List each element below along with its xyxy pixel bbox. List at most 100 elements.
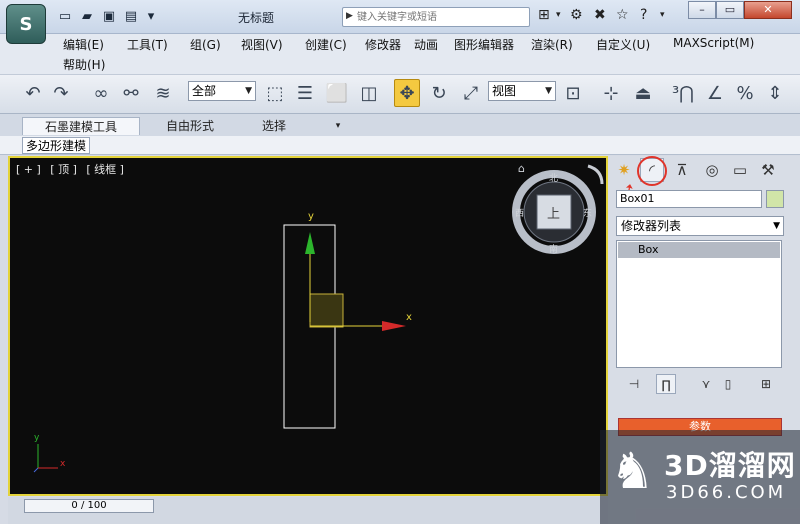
- polygon-modeling-panel[interactable]: 多边形建模: [22, 137, 91, 154]
- reference-coordinate-value: 视图: [492, 84, 517, 98]
- reference-coordinate-dropdown[interactable]: 视图 ▼: [488, 81, 556, 101]
- select-and-rotate-icon[interactable]: ↻: [426, 79, 452, 107]
- compass-west-label: 西: [515, 209, 525, 219]
- utilities-panel-icon[interactable]: ⚒: [756, 158, 780, 182]
- open-file-icon[interactable]: ▰: [78, 8, 96, 26]
- help-icon[interactable]: ?: [640, 7, 647, 23]
- chevron-down-icon: ▼: [545, 86, 552, 96]
- create-panel-icon[interactable]: ✷: [612, 158, 636, 182]
- select-object-icon[interactable]: ⬚: [262, 79, 288, 107]
- angle-snap-icon[interactable]: ∠: [702, 79, 728, 107]
- menu-modifiers[interactable]: 修改器: [365, 36, 401, 53]
- hierarchy-panel-icon[interactable]: ⊼: [670, 158, 694, 182]
- redo-icon[interactable]: ↷: [48, 79, 74, 107]
- select-and-scale-icon[interactable]: ⤢: [458, 79, 484, 107]
- menu-bar: 编辑(E) 工具(T) 组(G) 视图(V) 创建(C) 修改器 动画 图形编辑…: [0, 34, 800, 74]
- object-name-field[interactable]: Box01: [616, 190, 762, 208]
- app-logo-button[interactable]: S: [6, 4, 46, 44]
- undo-icon[interactable]: ↶: [20, 79, 46, 107]
- close-button[interactable]: ✕: [744, 1, 792, 19]
- menu-animation[interactable]: 动画: [414, 36, 438, 53]
- menu-group[interactable]: 组(G): [190, 36, 221, 53]
- menu-maxscript[interactable]: MAXScript(M): [673, 36, 754, 50]
- watermark-text-cn: 3D溜溜网: [664, 449, 796, 482]
- compass-north-label: 北: [549, 174, 559, 184]
- quick-access-dropdown-icon[interactable]: ▾: [142, 8, 160, 26]
- time-slider-bar: 0 / 100: [8, 497, 608, 524]
- world-y-label: y: [34, 433, 40, 443]
- make-unique-icon[interactable]: ⋎: [696, 374, 716, 394]
- modifier-list-label: 修改器列表: [621, 219, 682, 233]
- infocenter-search[interactable]: ▶: [342, 7, 530, 27]
- selection-filter-value: 全部: [192, 84, 217, 98]
- menu-help[interactable]: 帮助(H): [63, 56, 105, 73]
- show-end-result-icon[interactable]: ∏: [656, 374, 676, 394]
- highlight-circle: [637, 156, 667, 186]
- select-and-move-icon[interactable]: ✥: [394, 79, 420, 107]
- remove-modifier-icon[interactable]: ▯: [718, 374, 738, 394]
- ribbon-panel-bar: 多边形建模: [0, 136, 800, 155]
- ribbon-options-icon[interactable]: ▾: [330, 117, 346, 135]
- snaps-toggle-icon[interactable]: ³⋂: [670, 79, 696, 107]
- object-color-swatch[interactable]: [766, 190, 784, 208]
- communication-icon[interactable]: ✖: [594, 7, 606, 23]
- home-icon[interactable]: ⌂: [518, 162, 525, 175]
- menu-graph-editors[interactable]: 图形编辑器: [454, 36, 514, 53]
- display-panel-icon[interactable]: ▭: [728, 158, 752, 182]
- compass-south-label: 南: [549, 245, 559, 255]
- search-dropdown-icon[interactable]: ▾: [556, 10, 561, 20]
- stack-item-box[interactable]: Box: [618, 242, 780, 258]
- motion-panel-icon[interactable]: ◎: [700, 158, 724, 182]
- spinner-snap-icon[interactable]: ⇕: [762, 79, 788, 107]
- favorites-star-icon[interactable]: ☆: [616, 7, 629, 23]
- watermark-text-en: 3D66.COM: [666, 482, 787, 503]
- viewcube-rotate-arrow: [587, 164, 604, 185]
- tab-graphite-modeling[interactable]: 石墨建模工具: [22, 117, 140, 135]
- selection-filter-dropdown[interactable]: 全部 ▼: [188, 81, 256, 101]
- percent-snap-icon[interactable]: %: [732, 79, 758, 107]
- select-and-link-icon[interactable]: ∞: [88, 79, 114, 107]
- manipulate-icon[interactable]: ⊹: [598, 79, 624, 107]
- title-bar: S ▭ ▰ ▣ ▤ ▾ 无标题 ▶ ⊞ ▾ ⚙ ✖ ☆ ? ▾ – ▭ ✕: [0, 0, 800, 44]
- new-file-icon[interactable]: ▭: [56, 8, 74, 26]
- time-slider[interactable]: 0 / 100: [24, 499, 154, 513]
- help-dropdown-icon[interactable]: ▾: [660, 10, 665, 20]
- viewcube-top-label[interactable]: 上: [547, 203, 560, 222]
- menu-edit[interactable]: 编辑(E): [63, 36, 104, 53]
- selection-region-icon[interactable]: ⬜: [324, 79, 350, 107]
- search-expand-icon[interactable]: ▶: [346, 11, 353, 21]
- save-icon[interactable]: ▣: [100, 8, 118, 26]
- watermark: ♞ 3D溜溜网 3D66.COM: [600, 430, 800, 524]
- menu-views[interactable]: 视图(V): [241, 36, 283, 53]
- gizmo-y-label: y: [308, 211, 314, 222]
- select-by-name-icon[interactable]: ☰: [292, 79, 318, 107]
- chevron-down-icon: ▼: [245, 86, 252, 96]
- viewport-top[interactable]: [ + ] [ 顶 ] [ 线框 ] y x y x 上 北 南 西 东 ⌂: [8, 156, 608, 496]
- menu-create[interactable]: 创建(C): [305, 36, 347, 53]
- tab-freeform[interactable]: 自由形式: [154, 117, 226, 135]
- menu-tools[interactable]: 工具(T): [127, 36, 168, 53]
- gizmo-y-arrow: [305, 232, 315, 254]
- unlink-icon[interactable]: ⚯: [118, 79, 144, 107]
- pin-stack-icon[interactable]: ⊣: [624, 374, 644, 394]
- chevron-down-icon: ▼: [773, 221, 780, 231]
- menu-customize[interactable]: 自定义(U): [596, 36, 650, 53]
- configure-modifier-sets-icon[interactable]: ⊞: [756, 374, 776, 394]
- minimize-button[interactable]: –: [688, 1, 716, 19]
- tab-selection[interactable]: 选择: [246, 117, 302, 135]
- keyboard-shortcut-override-icon[interactable]: ⏏: [630, 79, 656, 107]
- subscription-icon[interactable]: ⚙: [570, 7, 583, 23]
- modifier-stack[interactable]: Box: [616, 240, 782, 368]
- search-input[interactable]: [357, 9, 527, 25]
- window-crossing-icon[interactable]: ◫: [356, 79, 382, 107]
- pivot-center-icon[interactable]: ⊡: [560, 79, 586, 107]
- restore-button[interactable]: ▭: [716, 1, 744, 19]
- bind-space-warp-icon[interactable]: ≋: [150, 79, 176, 107]
- project-folder-icon[interactable]: ▤: [122, 8, 140, 26]
- main-toolbar: ↶ ↷ ∞ ⚯ ≋ 全部 ▼ ⬚ ☰ ⬜ ◫ ✥ ↻ ⤢ 视图 ▼ ⊡ ⊹ ⏏ …: [0, 74, 800, 114]
- gizmo-x-arrow: [382, 321, 406, 331]
- world-x-label: x: [60, 459, 66, 469]
- menu-rendering[interactable]: 渲染(R): [531, 36, 573, 53]
- binoculars-icon[interactable]: ⊞: [538, 7, 550, 23]
- modifier-list-dropdown[interactable]: 修改器列表 ▼: [616, 216, 784, 236]
